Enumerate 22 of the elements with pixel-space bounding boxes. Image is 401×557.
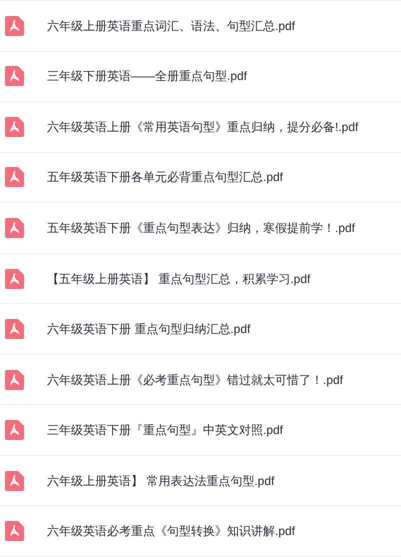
file-name[interactable]: 三年级下册英语——全册重点句型.pdf [47,67,248,86]
pdf-file-icon [5,370,24,390]
pdf-file-icon [5,470,24,491]
file-name[interactable]: 六年级英语下册 重点句型归纳汇总.pdf [47,320,250,338]
file-name[interactable]: 六年级英语上册《必考重点句型》错过就太可惜了！.pdf [47,370,344,389]
file-name[interactable]: 六年级英语必考重点《句型转换》知识讲解.pdf [47,522,296,540]
file-name[interactable]: 三年级英语下册『重点句型』中英文对照.pdf [47,421,284,440]
pdf-file-icon [5,420,24,440]
pdf-file-icon [5,319,24,340]
file-name[interactable]: 六年级上册英语】 常用表达法重点句型.pdf [47,472,274,490]
pdf-file-icon [5,268,24,288]
pdf-file-icon [5,66,24,86]
pdf-file-icon [5,116,24,137]
pdf-file-icon [5,521,24,542]
file-name[interactable]: 五年级英语下册《重点句型表达》归纳，寒假提前学！.pdf [47,218,356,237]
pdf-file-icon [5,167,24,188]
file-name[interactable]: 五年级英语下册各单元必背重点句型汇总.pdf [47,168,284,186]
file-name[interactable]: 六年级上册英语重点词汇、语法、句型汇总.pdf [47,16,296,35]
pdf-file-icon [5,16,24,36]
file-name[interactable]: 【五年级上册英语】 重点句型汇总，积累学习.pdf [47,270,310,288]
file-name[interactable]: 六年级英语上册《常用英语句型》重点归纳，提分必备!.pdf [47,118,358,136]
pdf-file-icon [5,218,24,238]
